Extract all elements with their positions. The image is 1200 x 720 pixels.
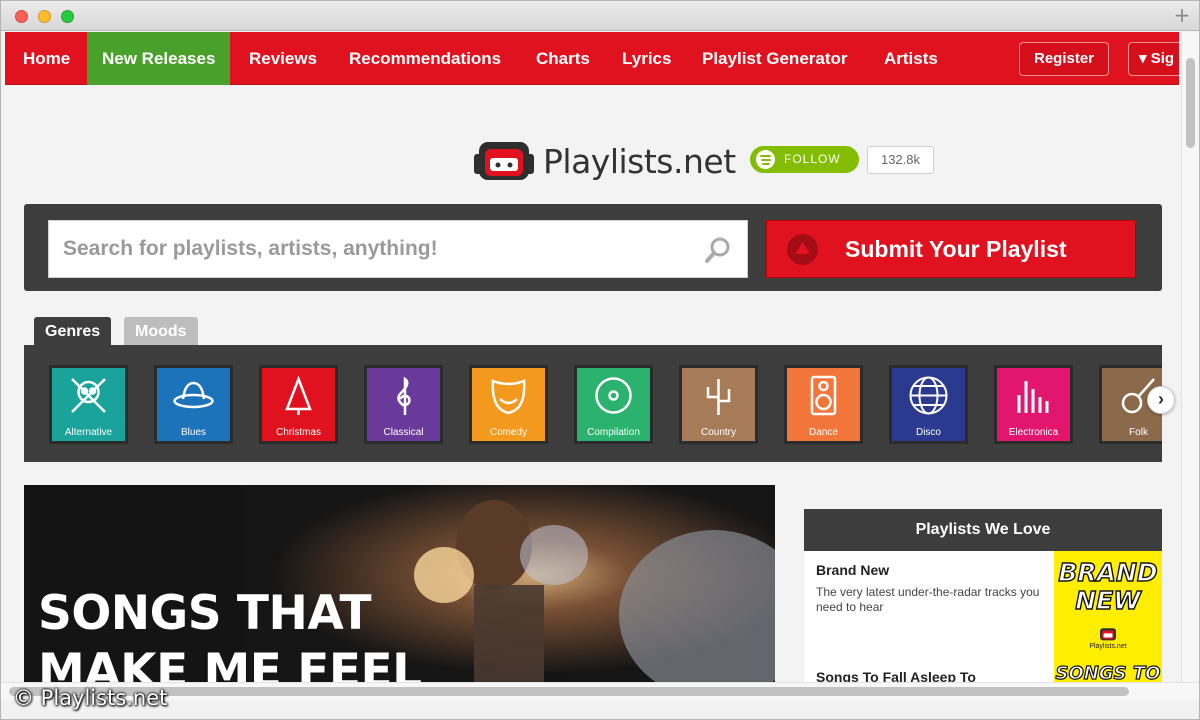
nav-artists[interactable]: Artists <box>870 32 952 85</box>
playlist-title[interactable]: Songs To Fall Asleep To <box>816 669 976 682</box>
featured-playlist-banner[interactable]: SONGS THAT MAKE ME FEEL <box>24 485 775 682</box>
genre-label: Comedy <box>489 427 528 438</box>
theatre-mask-icon <box>491 379 526 415</box>
search-icon[interactable] <box>704 236 732 264</box>
nav-charts[interactable]: Charts <box>522 32 604 85</box>
genre-label: Folk <box>1129 427 1148 438</box>
playlist-title[interactable]: Brand New <box>816 562 889 578</box>
genre-label: Blues <box>180 427 206 438</box>
logo-text: Playlists.net <box>543 142 736 181</box>
speaker-icon <box>810 375 837 416</box>
genre-tile-comedy[interactable]: Comedy <box>469 365 548 444</box>
nav-recommendations[interactable]: Recommendations <box>335 32 515 85</box>
genre-label: Electronica <box>1008 427 1059 438</box>
carousel-next-button[interactable]: › <box>1147 386 1175 414</box>
playlist-thumbnail[interactable]: BRAND NEW Playlists.net <box>1054 551 1162 659</box>
genre-label: Country <box>700 427 736 438</box>
headphones-logo-icon <box>1100 628 1116 641</box>
thumb-site-text: Playlists.net <box>1089 643 1127 650</box>
cactus-icon <box>706 379 731 415</box>
christmas-tree-icon <box>285 375 312 415</box>
nav-new-releases[interactable]: New Releases <box>87 32 231 85</box>
nav-playlist-generator[interactable]: Playlist Generator <box>688 32 862 85</box>
genre-carousel: Alternative Blues Christmas Classical Co… <box>24 345 1162 462</box>
spotify-follow-button[interactable]: FOLLOW <box>750 146 859 173</box>
thumb-brand-text: BRAND NEW <box>1058 558 1159 615</box>
copyright-watermark: © Playlists.net <box>13 686 168 710</box>
new-tab-icon[interactable]: + <box>1171 5 1193 27</box>
spotify-icon <box>756 150 775 169</box>
genre-label: Disco <box>915 427 941 438</box>
tab-genres[interactable]: Genres <box>34 317 112 346</box>
horizontal-scroll-thumb[interactable] <box>9 687 1129 696</box>
search-input[interactable] <box>48 220 748 278</box>
playlists-we-love-heading: Playlists We Love <box>804 509 1162 551</box>
register-button[interactable]: Register <box>1019 42 1110 76</box>
nav-reviews[interactable]: Reviews <box>235 32 331 85</box>
genre-label: Alternative <box>64 427 113 438</box>
hat-icon <box>173 381 214 409</box>
genre-label: Dance <box>809 427 838 438</box>
equalizer-icon <box>1017 381 1049 413</box>
disc-icon <box>595 377 632 414</box>
playlists-we-love-panel: Playlists We Love Brand New The very lat… <box>804 509 1162 682</box>
thumb-brand-text: SONGS TO <box>1055 662 1161 682</box>
skull-crossbones-icon <box>71 378 106 413</box>
genre-tile-classical[interactable]: Classical <box>364 365 443 444</box>
genre-tile-disco[interactable]: Disco <box>889 365 968 444</box>
genre-tile-country[interactable]: Country <box>679 365 758 444</box>
browser-window: + Home New Releases Reviews Recommendati… <box>0 0 1200 720</box>
submit-playlist-label: Submit Your Playlist <box>845 236 1067 262</box>
genre-tile-electronica[interactable]: Electronica <box>994 365 1073 444</box>
treble-clef-icon <box>397 376 411 415</box>
vertical-scroll-thumb[interactable] <box>1186 58 1195 148</box>
nav-lyrics[interactable]: Lyrics <box>608 32 685 85</box>
title-bar: + <box>1 1 1199 31</box>
upload-arrow-icon <box>787 234 818 265</box>
follow-label: FOLLOW <box>784 152 841 166</box>
playlist-thumbnail[interactable]: SONGS TO <box>1054 659 1162 682</box>
page-viewport: Home New Releases Reviews Recommendation… <box>5 32 1179 682</box>
close-window-button[interactable] <box>15 10 28 23</box>
playlist-description: The very latest under-the-radar tracks y… <box>816 585 1040 614</box>
genre-tile-christmas[interactable]: Christmas <box>259 365 338 444</box>
genre-label: Classical <box>383 427 424 438</box>
feature-title: SONGS THAT MAKE ME FEEL <box>38 586 422 682</box>
nav-home[interactable]: Home <box>9 32 84 85</box>
headphones-logo-icon <box>474 142 534 180</box>
follower-count: 132.8k <box>867 146 934 174</box>
zoom-window-button[interactable] <box>61 10 74 23</box>
disco-ball-icon <box>909 376 948 415</box>
minimize-window-button[interactable] <box>38 10 51 23</box>
genre-tile-compilation[interactable]: Compilation <box>574 365 653 444</box>
horizontal-scrollbar[interactable] <box>1 682 1199 700</box>
sign-in-button[interactable]: ▾ Sig <box>1128 42 1179 76</box>
main-nav: Home New Releases Reviews Recommendation… <box>5 32 1179 85</box>
submit-playlist-button[interactable]: Submit Your Playlist <box>766 220 1136 278</box>
tab-moods[interactable]: Moods <box>124 317 198 346</box>
genre-label: Compilation <box>587 427 640 438</box>
vertical-scrollbar[interactable] <box>1181 32 1199 682</box>
search-panel: Submit Your Playlist <box>24 204 1162 291</box>
genre-label: Christmas <box>275 427 321 438</box>
genre-tile-blues[interactable]: Blues <box>154 365 233 444</box>
genre-tile-alternative[interactable]: Alternative <box>49 365 128 444</box>
genre-tile-dance[interactable]: Dance <box>784 365 863 444</box>
